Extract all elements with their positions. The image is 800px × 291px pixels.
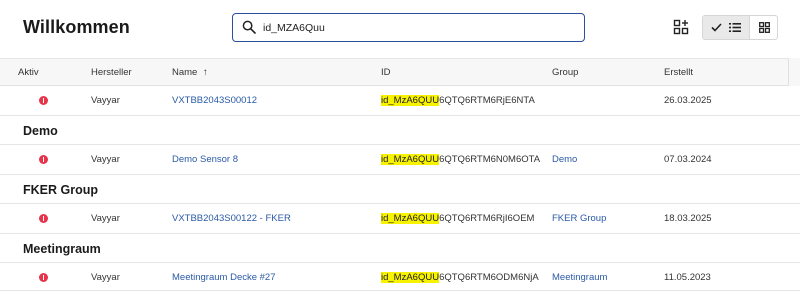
grid-view-button[interactable] bbox=[750, 16, 777, 39]
cell-id: id_MzA6QUU6QTQ6RTM6RjE6NTA bbox=[381, 95, 535, 106]
group-title: Meetingraum bbox=[23, 242, 101, 256]
cell-erstellt: 26.03.2025 bbox=[664, 95, 712, 106]
cell-id: id_MzA6QUU6QTQ6RTM6N0M6OTA bbox=[381, 154, 540, 165]
id-search-highlight: id_MzA6QUU bbox=[381, 272, 440, 283]
column-header-name[interactable]: Name ↑ bbox=[172, 67, 208, 78]
id-remainder: 6QTQ6RTM6RjE6NTA bbox=[439, 95, 535, 106]
status-alert-icon bbox=[39, 96, 48, 105]
cell-hersteller: Vayyar bbox=[91, 272, 120, 283]
id-remainder: 6QTQ6RTM6ODM6NjA bbox=[439, 272, 539, 283]
group-title: Demo bbox=[23, 124, 58, 138]
column-header-group[interactable]: Group bbox=[552, 67, 578, 78]
cell-id: id_MzA6QUU6QTQ6RTM6ODM6NjA bbox=[381, 272, 539, 283]
group-header: Meetingraum bbox=[0, 234, 800, 263]
check-icon bbox=[711, 23, 722, 32]
device-name-link[interactable]: Meetingraum Decke #27 bbox=[172, 272, 276, 283]
status-alert-icon bbox=[39, 155, 48, 164]
scrollbar[interactable] bbox=[788, 58, 800, 86]
column-header-name-label: Name bbox=[172, 67, 198, 78]
id-search-highlight: id_MzA6QUU bbox=[381, 154, 440, 165]
group-link[interactable]: FKER Group bbox=[552, 213, 606, 224]
cell-erstellt: 18.03.2025 bbox=[664, 213, 712, 224]
grid-view-icon bbox=[759, 22, 770, 33]
cell-erstellt: 07.03.2024 bbox=[664, 154, 712, 165]
group-header: FKER Group bbox=[0, 175, 800, 204]
sort-ascending-icon: ↑ bbox=[202, 67, 208, 78]
search-icon bbox=[242, 20, 256, 34]
view-toggle bbox=[702, 15, 778, 40]
table-row[interactable]: Vayyar Demo Sensor 8 id_MzA6QUU6QTQ6RTM6… bbox=[0, 145, 800, 175]
id-search-highlight: id_MzA6QUU bbox=[381, 213, 440, 224]
list-view-button[interactable] bbox=[703, 16, 750, 39]
group-link[interactable]: Demo bbox=[552, 154, 577, 165]
table-row[interactable]: Vayyar Meetingraum Decke #27 id_MzA6QUU6… bbox=[0, 263, 800, 291]
top-bar: Willkommen id_MZA6Quu bbox=[0, 0, 800, 58]
table-row[interactable]: Vayyar VXTBB2043S00122 - FKER id_MzA6QUU… bbox=[0, 204, 800, 234]
column-header-aktiv[interactable]: Aktiv bbox=[18, 67, 39, 78]
cell-hersteller: Vayyar bbox=[91, 95, 120, 106]
page-title: Willkommen bbox=[23, 17, 130, 37]
list-view-icon bbox=[729, 23, 741, 32]
cell-id: id_MzA6QUU6QTQ6RTM6RjI6OEM bbox=[381, 213, 534, 224]
column-header-hersteller[interactable]: Hersteller bbox=[91, 67, 132, 78]
id-remainder: 6QTQ6RTM6RjI6OEM bbox=[439, 213, 535, 224]
cell-hersteller: Vayyar bbox=[91, 154, 120, 165]
table-row[interactable]: Vayyar VXTBB2043S00012 id_MzA6QUU6QTQ6RT… bbox=[0, 86, 800, 116]
cell-hersteller: Vayyar bbox=[91, 213, 120, 224]
search-input[interactable]: id_MZA6Quu bbox=[232, 13, 585, 42]
device-name-link[interactable]: VXTBB2043S00122 - FKER bbox=[172, 213, 291, 224]
grid-add-icon[interactable] bbox=[673, 19, 689, 35]
id-search-highlight: id_MzA6QUU bbox=[381, 95, 440, 106]
cell-erstellt: 11.05.2023 bbox=[664, 272, 711, 283]
group-title: FKER Group bbox=[23, 183, 98, 197]
status-alert-icon bbox=[39, 273, 48, 282]
column-header-erstellt[interactable]: Erstellt bbox=[664, 67, 693, 78]
device-name-link[interactable]: Demo Sensor 8 bbox=[172, 154, 238, 165]
id-remainder: 6QTQ6RTM6N0M6OTA bbox=[439, 154, 541, 165]
group-header: Demo bbox=[0, 116, 800, 145]
status-alert-icon bbox=[39, 214, 48, 223]
column-header-id[interactable]: ID bbox=[381, 67, 391, 78]
search-value[interactable]: id_MZA6Quu bbox=[263, 22, 325, 34]
device-name-link[interactable]: VXTBB2043S00012 bbox=[172, 95, 257, 106]
group-link[interactable]: Meetingraum bbox=[552, 272, 607, 283]
table-header: Aktiv Hersteller Name ↑ ID Group Erstell… bbox=[0, 58, 800, 86]
